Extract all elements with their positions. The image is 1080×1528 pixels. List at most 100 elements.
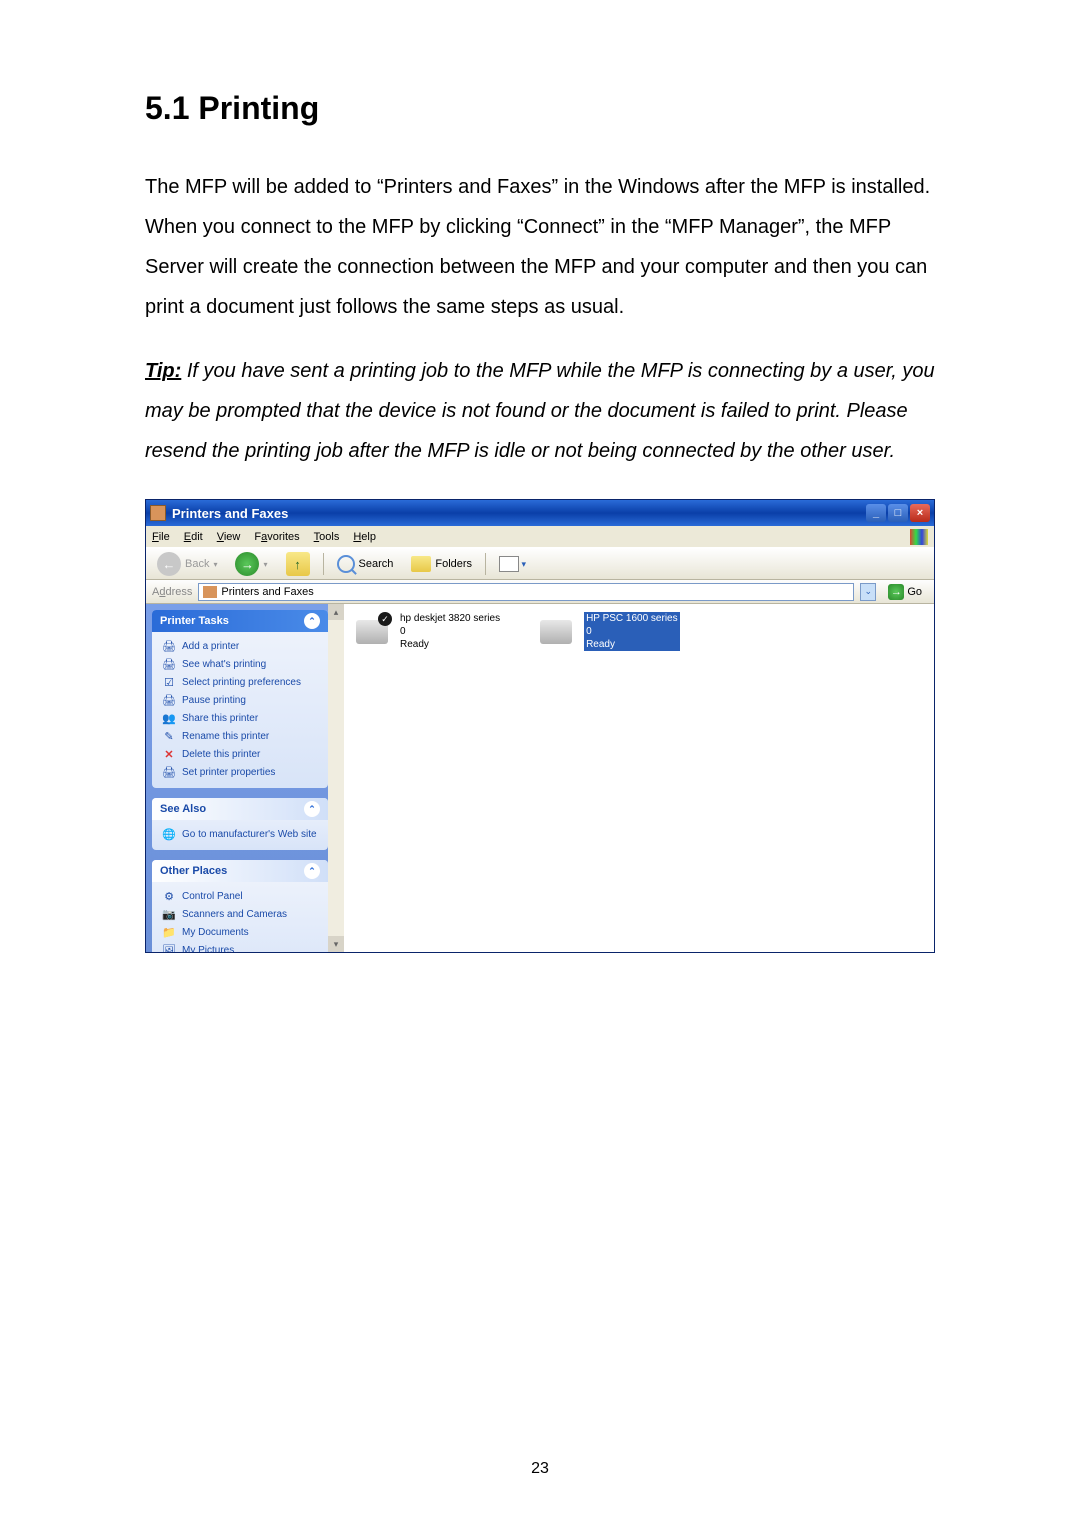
collapse-icon: ⌃ [304,801,320,817]
forward-button[interactable]: → ▾ [228,551,274,577]
delete-icon: ✕ [162,748,176,762]
collapse-icon: ⌃ [304,863,320,879]
default-check-icon: ✓ [378,612,392,626]
close-button[interactable]: × [910,504,930,522]
menu-view[interactable]: View [217,531,241,543]
panel-printer-tasks: Printer Tasks ⌃ 🖨Add a printer 🖨See what… [152,610,328,788]
control-panel-icon: ⚙ [162,890,176,904]
panel-header-see-also[interactable]: See Also ⌃ [152,798,328,820]
task-add-printer[interactable]: 🖨Add a printer [162,638,318,656]
task-properties[interactable]: 🖨Set printer properties [162,764,318,782]
link-control-panel[interactable]: ⚙Control Panel [162,888,318,906]
printer-item-deskjet[interactable]: ✓ hp deskjet 3820 series 0 Ready [356,612,500,651]
printer-icon: ✓ [356,612,392,644]
link-my-pictures[interactable]: 🖼My Pictures [162,942,318,952]
panel-header-other-places[interactable]: Other Places ⌃ [152,860,328,882]
screenshot-window: Printers and Faxes _ □ × File Edit View … [145,499,935,953]
maximize-button[interactable]: □ [888,504,908,522]
toolbar-separator [323,553,324,575]
printer-docs: 0 [400,625,500,638]
prefs-icon: ☑ [162,676,176,690]
link-manufacturer[interactable]: 🌐Go to manufacturer's Web site [162,826,318,844]
menu-file[interactable]: File [152,531,170,543]
back-arrow-icon: ← [157,552,181,576]
address-dropdown[interactable]: ⌄ [860,583,876,601]
content-area: ▴ ▾ Printer Tasks ⌃ 🖨Add a printer 🖨See … [146,604,934,952]
windows-flag-icon [910,529,928,545]
menu-favorites[interactable]: Favorites [254,531,299,543]
address-field[interactable]: Printers and Faxes [198,583,854,601]
views-button[interactable] [492,551,526,577]
pause-icon: 🖨 [162,694,176,708]
panel-other-places: Other Places ⌃ ⚙Control Panel 📷Scanners … [152,860,328,952]
sidebar: ▴ ▾ Printer Tasks ⌃ 🖨Add a printer 🖨See … [146,604,344,952]
tip-text: If you have sent a printing job to the M… [145,360,935,462]
page-number: 23 [0,1460,1080,1478]
window-title: Printers and Faxes [172,506,866,521]
body-paragraph: The MFP will be added to “Printers and F… [145,167,935,327]
forward-arrow-icon: → [235,552,259,576]
scrollbar-track[interactable] [328,620,344,936]
go-arrow-icon: → [888,584,904,600]
up-button[interactable] [279,551,317,577]
scroll-down-button[interactable]: ▾ [328,936,344,952]
address-folder-icon [203,586,217,598]
rename-icon: ✎ [162,730,176,744]
folders-icon [411,556,431,572]
panel-see-also: See Also ⌃ 🌐Go to manufacturer's Web sit… [152,798,328,850]
address-label: Address [152,586,192,598]
scanners-icon: 📷 [162,908,176,922]
tip-paragraph: Tip: If you have sent a printing job to … [145,351,935,471]
collapse-icon: ⌃ [304,613,320,629]
search-icon [337,555,355,573]
printer-docs: 0 [584,625,680,638]
printer-status: Ready [400,638,500,651]
search-label: Search [359,558,394,570]
panel-title: Printer Tasks [160,615,229,627]
menu-help[interactable]: Help [353,531,376,543]
printer-icon [540,612,576,644]
pictures-icon: 🖼 [162,944,176,952]
menu-edit[interactable]: Edit [184,531,203,543]
panel-title: See Also [160,803,206,815]
task-see-printing[interactable]: 🖨See what's printing [162,656,318,674]
views-icon [499,556,519,572]
panel-header-printer-tasks[interactable]: Printer Tasks ⌃ [152,610,328,632]
add-printer-icon: 🖨 [162,640,176,654]
link-scanners[interactable]: 📷Scanners and Cameras [162,906,318,924]
tip-label: Tip: [145,360,181,382]
printer-folder-icon [150,505,166,521]
addressbar: Address Printers and Faxes ⌄ → Go [146,580,934,604]
properties-icon: 🖨 [162,766,176,780]
see-printing-icon: 🖨 [162,658,176,672]
printer-name: HP PSC 1600 series [584,612,680,625]
folders-label: Folders [435,558,472,570]
task-delete[interactable]: ✕Delete this printer [162,746,318,764]
section-heading: 5.1 Printing [145,90,935,127]
main-area: ✓ hp deskjet 3820 series 0 Ready [344,604,934,952]
search-button[interactable]: Search [330,551,401,577]
web-icon: 🌐 [162,828,176,842]
toolbar: ← Back ▾ → ▾ Search Folders [146,548,934,580]
printer-name: hp deskjet 3820 series [400,612,500,625]
go-button[interactable]: → Go [882,583,928,601]
task-pause[interactable]: 🖨Pause printing [162,692,318,710]
menu-tools[interactable]: Tools [314,531,340,543]
address-value: Printers and Faxes [221,586,313,598]
toolbar-separator [485,553,486,575]
share-icon: 👥 [162,712,176,726]
scroll-up-button[interactable]: ▴ [328,604,344,620]
printer-item-psc1600[interactable]: HP PSC 1600 series 0 Ready [540,612,680,651]
printer-status: Ready [584,638,680,651]
task-rename[interactable]: ✎Rename this printer [162,728,318,746]
panel-title: Other Places [160,865,227,877]
task-select-prefs[interactable]: ☑Select printing preferences [162,674,318,692]
documents-icon: 📁 [162,926,176,940]
back-button: ← Back ▾ [150,551,224,577]
minimize-button[interactable]: _ [866,504,886,522]
titlebar: Printers and Faxes _ □ × [146,500,934,526]
up-folder-icon [286,552,310,576]
link-my-documents[interactable]: 📁My Documents [162,924,318,942]
task-share[interactable]: 👥Share this printer [162,710,318,728]
folders-button[interactable]: Folders [404,551,479,577]
